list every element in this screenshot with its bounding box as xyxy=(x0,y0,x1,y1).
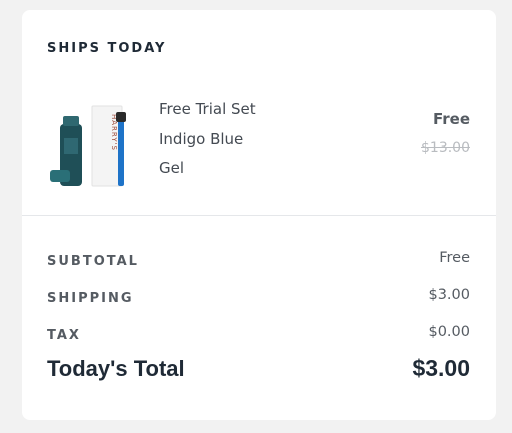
bottle-label xyxy=(64,138,78,154)
trial-set-illustration: HARRY'S xyxy=(50,105,126,187)
product-image: HARRY'S xyxy=(50,102,142,188)
product-details: Free Trial Set Indigo Blue Gel xyxy=(159,95,256,184)
product-variant: Gel xyxy=(159,159,185,177)
tax-value: $0.00 xyxy=(428,324,470,340)
razor-head xyxy=(116,112,126,122)
razor-handle xyxy=(118,120,124,186)
bottle-cap xyxy=(63,116,79,126)
subtotal-value: Free xyxy=(439,250,470,266)
shipping-value: $3.00 xyxy=(428,287,470,303)
product-color: Indigo Blue xyxy=(159,129,244,148)
todays-total-value: $3.00 xyxy=(412,355,470,381)
blade-cartridge xyxy=(50,170,70,182)
divider xyxy=(22,215,496,216)
product-name: Free Trial Set xyxy=(159,100,256,118)
shipping-label: SHIPPING xyxy=(47,291,134,306)
ships-today-heading: SHIPS TODAY xyxy=(47,41,167,56)
todays-total-label: Today's Total xyxy=(47,356,185,381)
item-price: Free xyxy=(432,110,470,128)
order-summary-card: SHIPS TODAY HARRY'S Free Trial Set Indig… xyxy=(22,10,496,420)
tax-label: TAX xyxy=(47,328,81,343)
item-original-price: $13.00 xyxy=(421,140,470,156)
subtotal-label: SUBTOTAL xyxy=(47,254,139,269)
